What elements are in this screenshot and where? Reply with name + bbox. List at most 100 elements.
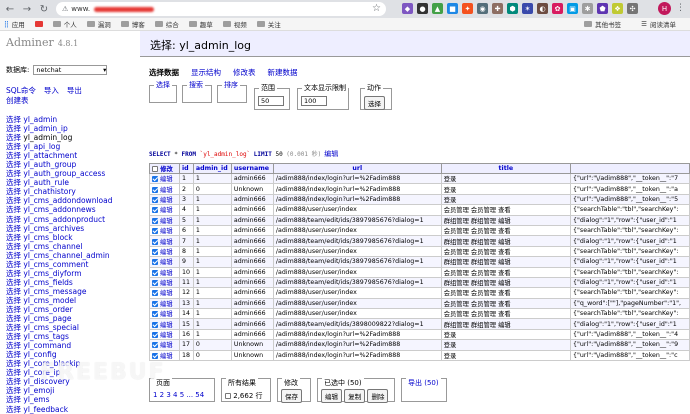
table-name-link[interactable]: yl_cms_page — [23, 314, 71, 323]
table-name-link[interactable]: yl_api_log — [23, 142, 60, 151]
select-data-link[interactable]: 选择数据 — [149, 67, 179, 78]
extension-icon[interactable]: ✿ — [552, 3, 563, 14]
show-structure-link[interactable]: 显示结构 — [191, 67, 221, 78]
col-header-url[interactable]: url — [272, 163, 442, 174]
select-table-link[interactable]: 选择 — [6, 287, 21, 296]
extension-icon[interactable]: ✶ — [522, 3, 533, 14]
row-checkbox[interactable] — [152, 248, 158, 255]
extension-icon[interactable]: ▣ — [567, 3, 578, 14]
col-header-edit[interactable]: 修改 — [149, 163, 180, 174]
select-table-link[interactable]: 选择 — [6, 124, 21, 133]
row-checkbox[interactable] — [152, 342, 158, 349]
select-submit-button[interactable]: 选择 — [364, 96, 385, 110]
extension-icon[interactable]: ⬟ — [597, 3, 608, 14]
row-edit-link[interactable]: 编辑 — [160, 259, 173, 266]
select-table-link[interactable]: 选择 — [6, 142, 21, 151]
table-name-link[interactable]: yl_cms_comment — [23, 260, 88, 269]
delete-button[interactable]: 删除 — [367, 389, 389, 403]
select-table-link[interactable]: 选择 — [6, 160, 21, 169]
select-table-link[interactable]: 选择 — [6, 350, 21, 359]
row-edit-link[interactable]: 编辑 — [160, 218, 173, 225]
select-table-link[interactable]: 选择 — [6, 359, 21, 368]
row-edit-link[interactable]: 编辑 — [160, 322, 173, 329]
bookmark-folder[interactable]: 综合 — [154, 19, 179, 29]
row-checkbox[interactable] — [152, 332, 158, 339]
table-name-link[interactable]: yl_command — [23, 341, 71, 350]
table-name-link[interactable]: yl_cms_channel — [23, 242, 82, 251]
bookmark-folder[interactable]: 漏洞 — [86, 19, 111, 29]
select-table-link[interactable]: 选择 — [6, 314, 21, 323]
table-name-link[interactable]: yl_core_blackip — [23, 359, 80, 368]
select-table-link[interactable]: 选择 — [6, 323, 21, 332]
reading-list[interactable]: ☰ 阅读清单 — [641, 19, 676, 29]
row-edit-link[interactable]: 编辑 — [160, 197, 173, 204]
row-edit-link[interactable]: 编辑 — [160, 342, 173, 349]
export-link[interactable]: 导出 (50) — [406, 378, 441, 388]
table-name-link[interactable]: yl_admin_log — [23, 133, 72, 142]
row-edit-link[interactable]: 编辑 — [160, 280, 173, 287]
select-table-link[interactable]: 选择 — [6, 215, 21, 224]
select-table-link[interactable]: 选择 — [6, 251, 21, 260]
all-results-checkbox[interactable] — [225, 393, 231, 399]
col-header-username[interactable]: username — [230, 163, 274, 174]
row-edit-link[interactable]: 编辑 — [160, 353, 173, 360]
select-table-link[interactable]: 选择 — [6, 115, 21, 124]
table-name-link[interactable]: yl_cms_diyform — [23, 269, 81, 278]
table-name-link[interactable]: yl_cms_channel_admin — [23, 251, 109, 260]
select-table-link[interactable]: 选择 — [6, 305, 21, 314]
search-fieldset[interactable]: 搜索 — [182, 80, 212, 103]
clone-button[interactable]: 复制 — [344, 389, 366, 403]
select-table-link[interactable]: 选择 — [6, 242, 21, 251]
row-edit-link[interactable]: 编辑 — [160, 228, 173, 235]
select-table-link[interactable]: 选择 — [6, 205, 21, 214]
row-checkbox[interactable] — [152, 176, 158, 183]
text-length-input[interactable]: 100 — [301, 96, 327, 106]
select-table-link[interactable]: 选择 — [6, 178, 21, 187]
table-name-link[interactable]: yl_cms_archives — [23, 224, 84, 233]
table-name-link[interactable]: yl_ems — [23, 395, 49, 404]
row-checkbox[interactable] — [152, 280, 158, 287]
row-checkbox[interactable] — [152, 217, 158, 224]
table-name-link[interactable]: yl_admin_ip — [23, 124, 67, 133]
select-table-link[interactable]: 选择 — [6, 377, 21, 386]
select-table-link[interactable]: 选择 — [6, 368, 21, 377]
back-icon[interactable]: ← — [3, 2, 17, 16]
row-edit-link[interactable]: 编辑 — [160, 207, 173, 214]
table-name-link[interactable]: yl_discovery — [23, 377, 69, 386]
extension-icon[interactable]: ❖ — [612, 3, 623, 14]
extension-icon[interactable]: ✚ — [492, 3, 503, 14]
row-checkbox[interactable] — [152, 196, 158, 203]
table-name-link[interactable]: yl_cms_addonnews — [23, 205, 95, 214]
edit-button[interactable]: 编辑 — [321, 389, 342, 403]
limit-input[interactable]: 50 — [258, 96, 284, 106]
row-checkbox[interactable] — [152, 269, 158, 276]
edit-query-link[interactable]: 编辑 — [324, 150, 338, 158]
forward-icon[interactable]: → — [20, 2, 34, 16]
select-fieldset[interactable]: 选择 — [149, 80, 177, 103]
row-checkbox[interactable] — [152, 290, 158, 297]
row-edit-link[interactable]: 编辑 — [160, 301, 173, 308]
row-edit-link[interactable]: 编辑 — [160, 176, 173, 183]
col-header-id[interactable]: id — [178, 163, 194, 174]
row-checkbox[interactable] — [152, 228, 158, 235]
select-table-link[interactable]: 选择 — [6, 151, 21, 160]
bookmark-youtube[interactable] — [34, 21, 43, 27]
row-edit-link[interactable]: 编辑 — [160, 187, 173, 194]
table-name-link[interactable]: yl_config — [23, 350, 56, 359]
row-edit-link[interactable]: 编辑 — [160, 270, 173, 277]
reload-icon[interactable]: ↻ — [37, 2, 51, 16]
row-checkbox[interactable] — [152, 186, 158, 193]
select-table-link[interactable]: 选择 — [6, 341, 21, 350]
bookmark-star-icon[interactable]: ☆ — [372, 3, 381, 14]
select-table-link[interactable]: 选择 — [6, 332, 21, 341]
bookmark-folder[interactable]: 趣草 — [188, 19, 213, 29]
extension-icon[interactable]: ⬢ — [507, 3, 518, 14]
import-link[interactable]: 导入 — [44, 85, 59, 96]
puzzle-icon[interactable]: ✣ — [627, 3, 638, 14]
select-table-link[interactable]: 选择 — [6, 296, 21, 305]
col-header-title[interactable]: title — [440, 163, 572, 174]
table-name-link[interactable]: yl_cms_block — [23, 233, 72, 242]
row-checkbox[interactable] — [152, 311, 158, 318]
table-name-link[interactable]: yl_core_ip — [23, 368, 60, 377]
create-table-link[interactable]: 创建表 — [6, 96, 29, 105]
